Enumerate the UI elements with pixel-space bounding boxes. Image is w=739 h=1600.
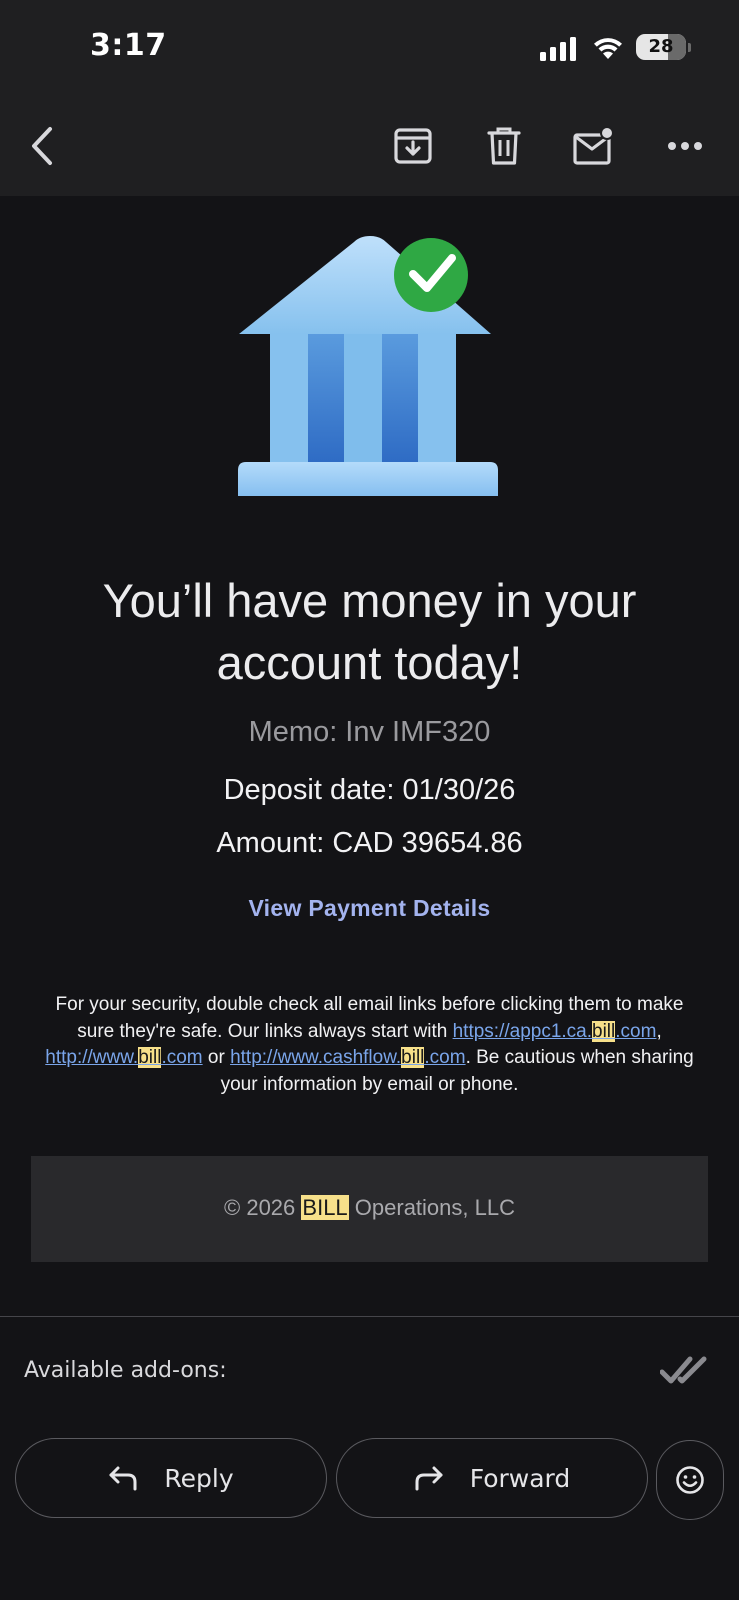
reply-label: Reply [164, 1463, 234, 1493]
smiley-icon [676, 1466, 704, 1494]
bank-check-illustration [238, 236, 498, 496]
forward-button[interactable]: Forward [336, 1438, 648, 1518]
view-payment-details-link[interactable]: View Payment Details [0, 895, 739, 922]
mail-unread-icon [573, 126, 614, 165]
search-highlight: BILL [301, 1195, 349, 1220]
copyright-text: © 2026 BILL Operations, LLC [224, 1195, 515, 1220]
reply-button[interactable]: Reply [15, 1438, 327, 1518]
emoji-reaction-button[interactable] [656, 1440, 724, 1520]
forward-arrow-icon [415, 1466, 443, 1491]
forward-label: Forward [469, 1463, 571, 1493]
link-cashflow[interactable]: http://www.cashflow.bill.com [230, 1047, 466, 1068]
wifi-icon [594, 38, 622, 59]
amount-text: Amount: CAD 39654.86 [216, 827, 523, 859]
addons-label: Available add-ons: [24, 1358, 227, 1383]
more-horizontal-icon [668, 142, 702, 150]
search-highlight: bill [401, 1047, 425, 1068]
chevron-left-icon [32, 127, 52, 165]
battery-level: 28 [648, 36, 674, 57]
archive-button[interactable] [385, 118, 441, 174]
delete-button[interactable] [476, 118, 532, 174]
link-www-bill[interactable]: http://www.bill.com [45, 1047, 203, 1068]
email-footer: © 2026 BILL Operations, LLC [31, 1156, 708, 1262]
search-highlight: bill [138, 1047, 162, 1068]
deposit-date-text: Deposit date: 01/30/26 [223, 774, 516, 806]
archive-icon [394, 128, 432, 164]
email-headline: You’ll have money in your account today! [102, 574, 637, 689]
battery-indicator: 28 [636, 34, 686, 60]
search-highlight: bill [592, 1020, 616, 1042]
status-bar: 3:17 28 [0, 0, 739, 100]
memo-text: Memo: Inv IMF320 [248, 716, 491, 748]
mark-unread-button[interactable] [566, 118, 622, 174]
more-button[interactable] [657, 118, 713, 174]
cellular-signal-icon [540, 37, 576, 61]
trash-icon [487, 127, 521, 165]
check-badge-icon [394, 238, 468, 312]
back-button[interactable] [14, 118, 70, 174]
status-time: 3:17 [90, 28, 167, 63]
double-check-icon[interactable] [660, 1355, 708, 1385]
mail-toolbar [0, 100, 739, 196]
link-appc1[interactable]: https://appc1.ca.bill.com [453, 1020, 656, 1042]
reply-arrow-icon [109, 1466, 137, 1491]
divider [0, 1316, 739, 1317]
battery-tip [688, 43, 691, 52]
security-notice: For your security, double check all emai… [45, 994, 694, 1095]
